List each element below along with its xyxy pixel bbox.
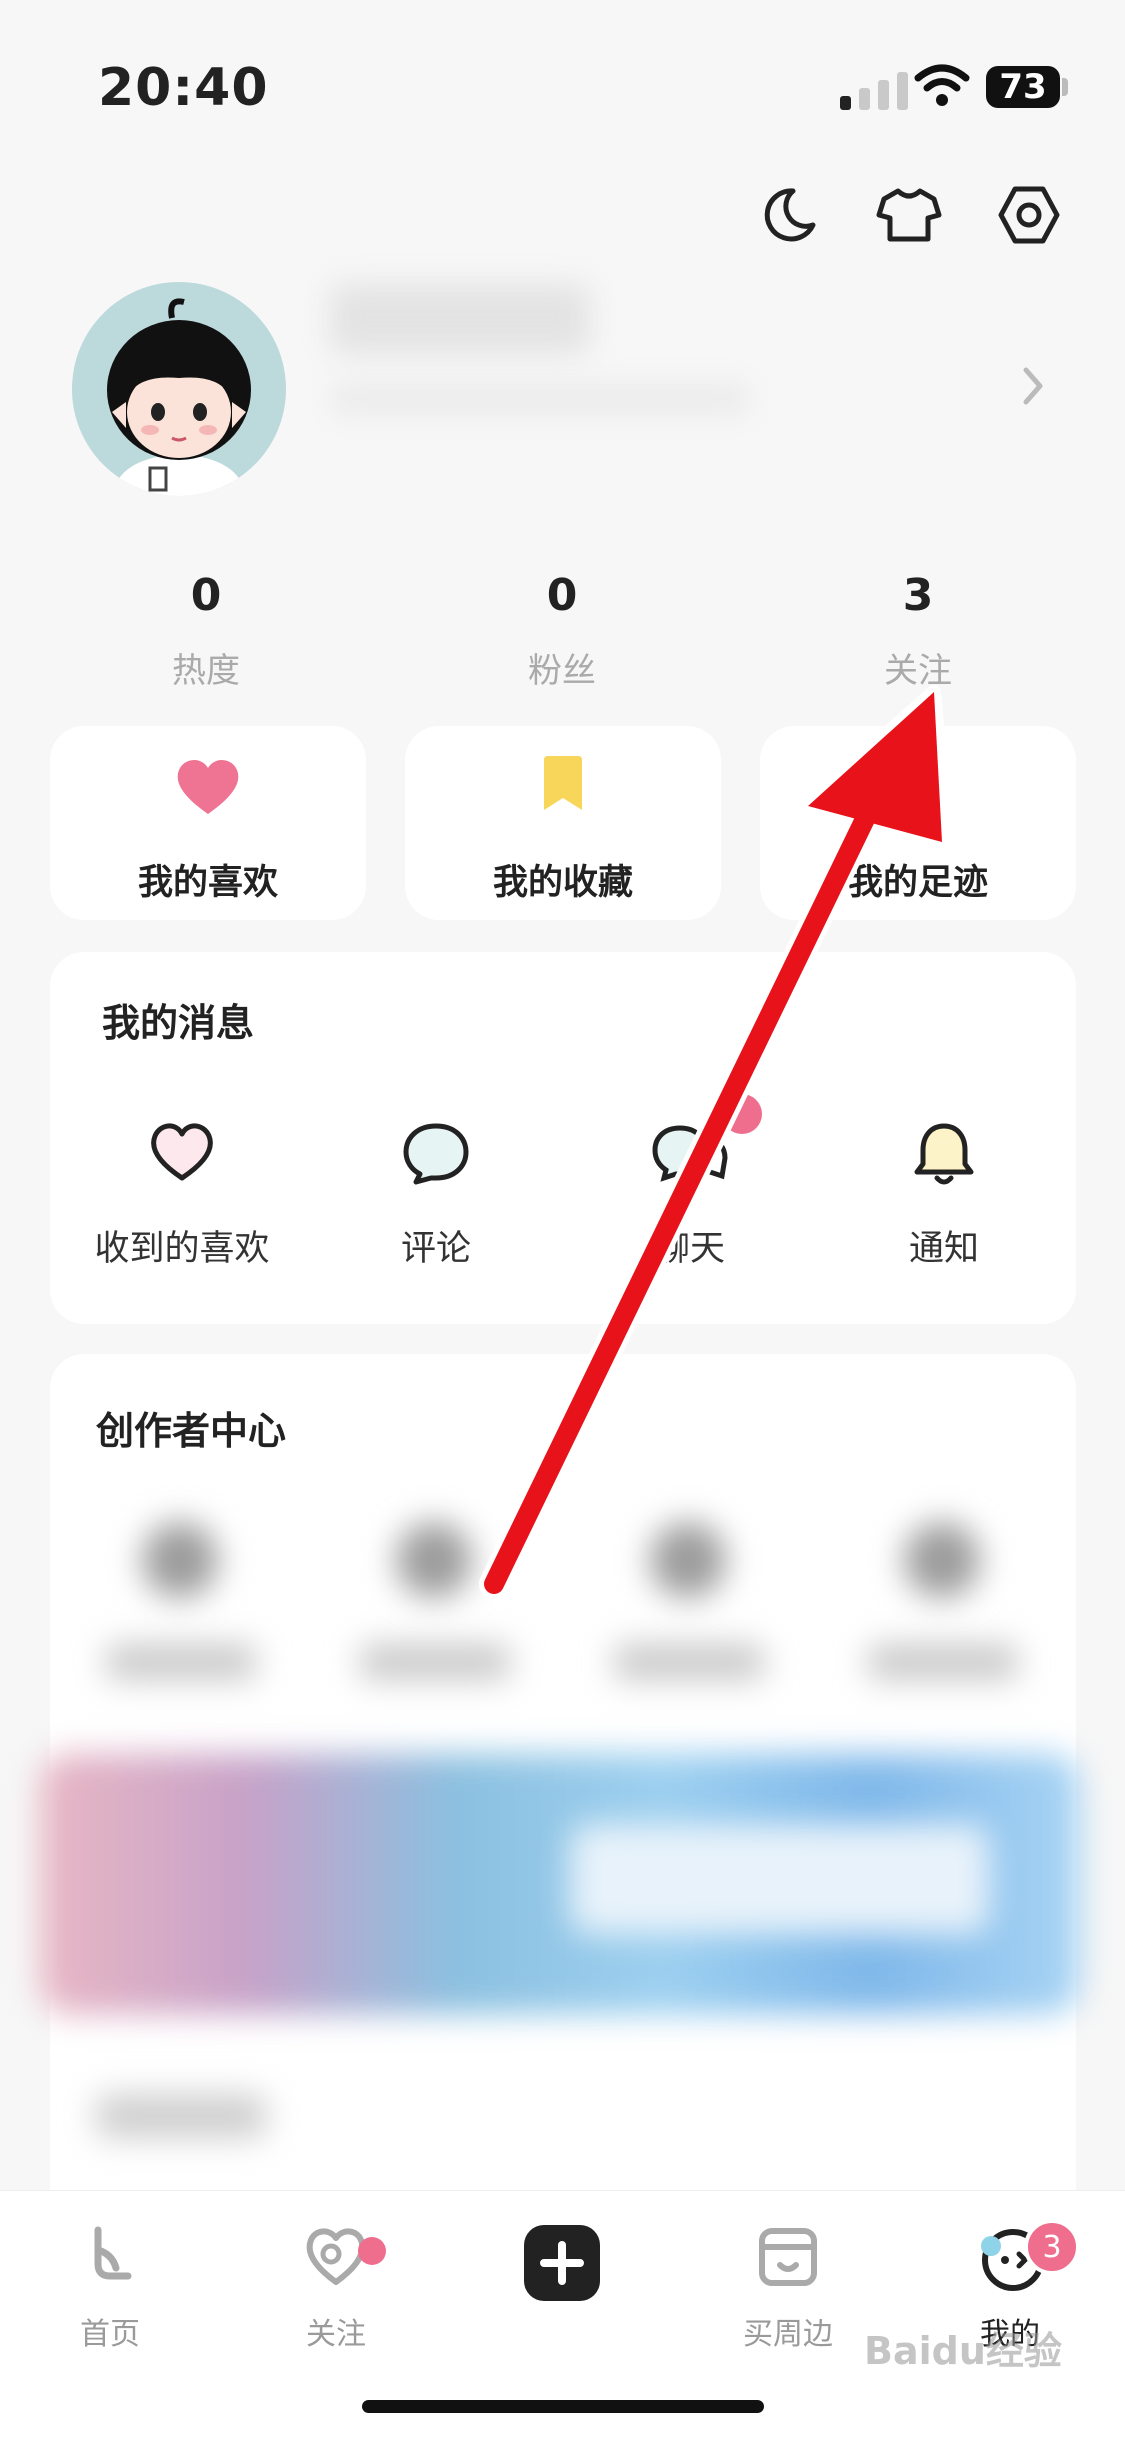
section-title-blurred [96,2094,266,2138]
heart-icon [175,756,241,820]
card-label: 我的收藏 [492,863,633,903]
user-id-blurred [330,382,750,416]
section-title: 我的消息 [102,1001,255,1045]
messages-section: 我的消息 收到的喜欢 评论 聊天 通知 [50,952,1076,1324]
shop-icon [698,2219,878,2295]
stat-fans[interactable]: 0 粉丝 [412,570,712,692]
night-mode-icon[interactable] [754,180,824,250]
tab-home[interactable]: 首页 [20,2219,200,2353]
wifi-icon [914,64,970,112]
stat-value: 0 [190,570,222,621]
tab-shop[interactable]: 买周边 [698,2219,878,2353]
creator-tool-label-blurred [614,1644,764,1680]
notifications-item[interactable]: 通知 [824,1120,1064,1271]
battery-cap [1062,78,1068,96]
creator-tool-label-blurred [868,1644,1018,1680]
home-indicator [362,2400,764,2413]
creator-center-section: 创作者中心 [40,1354,1080,2254]
settings-icon[interactable] [994,180,1064,250]
status-time: 20:40 [98,58,269,118]
stat-label: 粉丝 [528,651,596,691]
creator-tool-label-blurred [106,1644,256,1680]
battery-indicator: 73 [986,66,1060,108]
creator-tool-label-blurred [360,1644,510,1680]
cellular-signal-icon [840,72,908,110]
tab-label: 买周边 [743,2317,833,2352]
username-blurred [330,284,590,354]
section-title: 创作者中心 [96,1409,287,1453]
stat-value: 0 [546,570,578,621]
follow-unread-dot [358,2237,386,2265]
message-label: 评论 [400,1229,471,1269]
bell-icon [824,1120,1064,1190]
follow-icon [246,2219,426,2295]
my-likes-card[interactable]: 我的喜欢 [50,726,366,920]
tab-create[interactable] [472,2225,652,2301]
my-footprints-card[interactable]: 我的足迹 [760,726,1076,920]
banner-text-blurred [570,1824,990,1934]
stat-label: 关注 [884,651,952,691]
message-label: 聊天 [654,1229,725,1269]
plus-icon [472,2225,652,2301]
message-label: 收到的喜欢 [94,1229,270,1269]
comment-icon [316,1120,556,1190]
home-icon [20,2219,200,2295]
heart-outline-icon [62,1120,302,1190]
chat-item[interactable]: 聊天 [570,1094,810,1271]
creator-tool-icon-blurred[interactable] [142,1522,218,1598]
stat-label: 热度 [172,651,240,691]
creator-tool-icon-blurred[interactable] [650,1522,726,1598]
stat-heat[interactable]: 0 热度 [56,570,356,692]
chat-unread-dot [722,1094,762,1134]
tab-label: 关注 [306,2317,366,2352]
card-label: 我的喜欢 [137,863,278,903]
comments-item[interactable]: 评论 [316,1120,556,1271]
chevron-right-icon[interactable] [1018,364,1048,412]
avatar[interactable] [72,282,286,496]
stat-following[interactable]: 3 关注 [768,570,1068,692]
stat-value: 3 [902,570,934,621]
message-label: 通知 [908,1229,979,1269]
footprint-icon [888,756,948,820]
tab-label: 首页 [80,2317,140,2352]
received-likes-item[interactable]: 收到的喜欢 [62,1120,302,1271]
theme-shirt-icon[interactable] [874,180,944,250]
creator-tool-icon-blurred[interactable] [396,1522,472,1598]
card-label: 我的足迹 [847,863,988,903]
chat-icon [570,1120,810,1190]
tab-follow[interactable]: 关注 [246,2219,426,2353]
watermark-text: Baidu经验 [864,2329,1062,2373]
creator-tool-icon-blurred[interactable] [904,1522,980,1598]
me-notification-badge: 3 [1024,2219,1080,2275]
my-favorites-card[interactable]: 我的收藏 [405,726,721,920]
bookmark-icon [538,756,588,818]
